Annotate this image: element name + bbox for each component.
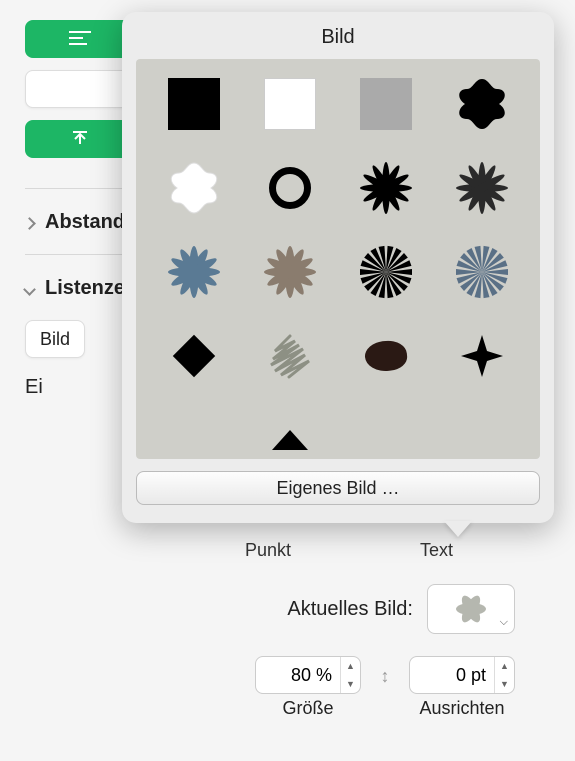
move-up-button[interactable] [25,120,135,158]
flower-bullet-icon [451,589,491,629]
bullet-square-white[interactable] [259,73,321,135]
align-stepper-group: ▲ ▼ Ausrichten [409,656,515,719]
arrow-up-icon [70,130,90,148]
stepper-down-icon: ▼ [341,675,360,693]
current-image-label: Aktuelles Bild: [287,598,413,621]
style-button[interactable] [25,70,135,108]
bullet-sparkle-black[interactable] [451,325,513,387]
bullet-starburst-black[interactable] [355,157,417,219]
list-type-select[interactable]: Bild [25,320,85,358]
popover-arrow [444,521,472,537]
stepper-up-icon: ▲ [495,657,514,675]
bullet-square-black[interactable] [163,73,225,135]
column-label-punkt: Punkt [245,540,291,561]
stepper-down-icon: ▼ [495,675,514,693]
bullet-scribble-gray[interactable] [259,325,321,387]
bullet-starburst-dark[interactable] [451,157,513,219]
bullet-blob-brown[interactable] [355,325,417,387]
popover-title: Bild [122,26,554,49]
bullet-quatrefoil-black[interactable] [451,73,513,135]
spacing-section-label: Abstand [45,211,125,234]
size-stepper-buttons[interactable]: ▲ ▼ [340,657,360,693]
bullet-starburst-steel[interactable] [163,241,225,303]
chevron-right-icon [25,216,39,230]
align-left-button[interactable] [25,20,135,58]
current-image-picker[interactable]: ⌵ [427,584,515,634]
bullet-sunburst-bw[interactable] [355,241,417,303]
align-input[interactable] [410,657,494,693]
align-label: Ausrichten [419,698,504,719]
bullet-starburst-warm[interactable] [259,241,321,303]
bullet-triangle-partial[interactable] [259,409,321,459]
align-left-icon [69,30,91,48]
column-label-text: Text [420,540,453,561]
link-arrow-icon: ↕ [373,666,397,709]
bullet-quatrefoil-white[interactable] [163,157,225,219]
stepper-up-icon: ▲ [341,657,360,675]
size-label: Größe [282,698,333,719]
bullet-diamond-black[interactable] [163,325,225,387]
bullet-ring-black[interactable] [259,157,321,219]
image-bullet-popover: Bild [122,12,554,523]
size-stepper-group: ▲ ▼ Größe [255,656,361,719]
bullet-grid [136,59,540,459]
chevron-down-icon [25,282,39,296]
bullet-square-gray[interactable] [355,73,417,135]
custom-image-label: Eigenes Bild … [276,478,399,499]
bullet-sunburst-steel[interactable] [451,241,513,303]
chevron-down-icon: ⌵ [500,616,508,629]
align-stepper-buttons[interactable]: ▲ ▼ [494,657,514,693]
size-input[interactable] [256,657,340,693]
list-type-value: Bild [40,329,70,350]
custom-image-button[interactable]: Eigenes Bild … [136,471,540,505]
